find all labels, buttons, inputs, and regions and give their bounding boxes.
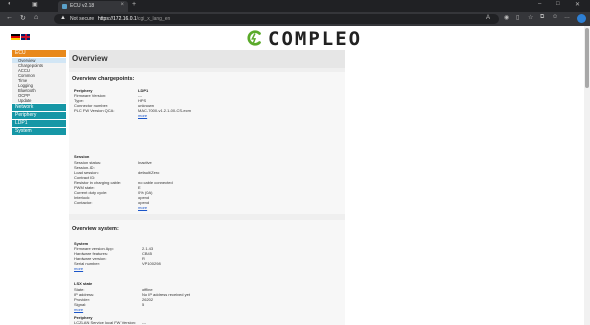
field-value: --- xyxy=(142,320,146,325)
session-more-link[interactable]: more xyxy=(138,205,147,210)
scrollbar-thumb[interactable] xyxy=(585,28,589,88)
sidebar: ECU Overview Chargepoints ACCU Common Ti… xyxy=(12,50,66,136)
page-header: COMPLEO xyxy=(0,26,584,50)
logo-text: COMPLEO xyxy=(268,28,363,50)
web-page: COMPLEO ECU Overview Chargepoints ACCU C… xyxy=(0,26,590,325)
chargepoints-card: Overview chargepoints: Periphery LDP1 Fi… xyxy=(69,72,345,214)
field-value: Inactive xyxy=(138,160,152,165)
read-aloud-icon[interactable]: A xyxy=(486,15,490,21)
page-title-bar: Overview xyxy=(69,50,345,68)
page-title: Overview xyxy=(72,54,108,63)
browser-tab[interactable]: ECU v2.18 × xyxy=(58,1,128,12)
copilot-icon[interactable] xyxy=(577,14,586,23)
field-label: PLC FW Version QCA: xyxy=(74,108,115,113)
compleo-logo-icon xyxy=(247,30,261,46)
sidebar-group-ecu[interactable]: ECU xyxy=(12,50,66,57)
profile-icon[interactable]: ◐ xyxy=(8,1,12,7)
field-value: no cable connected xyxy=(138,180,173,185)
periphery-more-link[interactable]: more xyxy=(138,113,147,118)
favorites-star-icon[interactable]: ☆ xyxy=(528,14,533,21)
more-menu-icon[interactable]: … xyxy=(564,14,570,20)
field-value: 5 xyxy=(142,302,145,307)
favicon-icon xyxy=(62,4,67,9)
maximize-button[interactable]: □ xyxy=(556,1,560,7)
back-icon[interactable]: ← xyxy=(6,14,13,21)
split-screen-icon[interactable]: ▯ xyxy=(516,14,519,21)
home-icon[interactable]: ⌂ xyxy=(34,14,38,21)
new-tab-button[interactable]: + xyxy=(132,1,136,8)
close-window-button[interactable]: ✕ xyxy=(575,1,580,8)
minimize-button[interactable]: – xyxy=(538,1,541,7)
cp-session-heading: Session xyxy=(74,154,90,159)
url-path: /cgi_x_lang_en xyxy=(136,16,171,22)
field-value: default/Zero xyxy=(138,170,160,175)
sys-lsx-heading: LSX state xyxy=(74,281,93,286)
reload-icon[interactable]: ↻ xyxy=(20,14,26,22)
url-text[interactable]: https://172.16.0.1/cgi_x_lang_en xyxy=(98,16,170,22)
tab-title: ECU v2.18 xyxy=(70,3,95,9)
field-value: VP100298 xyxy=(142,261,161,266)
url-host: https://172.16.0.1 xyxy=(98,16,137,22)
browser-toolbar: ← ↻ ⌂ ▲ Not secure https://172.16.0.1/cg… xyxy=(0,12,590,26)
warning-icon: ▲ xyxy=(60,15,66,21)
field-label: Contactor: xyxy=(74,200,93,205)
tab-close-icon[interactable]: × xyxy=(120,2,124,8)
system-heading: Overview system: xyxy=(72,226,119,232)
not-secure-label[interactable]: Not secure xyxy=(70,16,94,22)
browser-tab-bar: ◐ ▣ ECU v2.18 × + – □ ✕ xyxy=(0,0,590,12)
sidebar-group-network[interactable]: Network xyxy=(12,104,66,111)
main-content: Overview Overview chargepoints: Peripher… xyxy=(69,50,345,325)
german-flag-icon[interactable] xyxy=(11,34,20,40)
system-more-link[interactable]: more xyxy=(74,266,83,271)
chargepoints-heading: Overview chargepoints: xyxy=(72,76,135,82)
sidebar-group-system[interactable]: System xyxy=(12,128,66,135)
extension-icon[interactable]: ◉ xyxy=(504,14,509,21)
profile-avatar-icon[interactable]: ☺ xyxy=(552,14,558,20)
system-card: Overview system: System Firmware version… xyxy=(69,220,345,325)
page-scrollbar[interactable] xyxy=(584,26,590,325)
address-bar[interactable]: ▲ Not secure https://172.16.0.1/cgi_x_la… xyxy=(54,14,499,24)
sidebar-group-ldp1[interactable]: LDP1 xyxy=(12,120,66,127)
english-flag-icon[interactable] xyxy=(21,34,30,40)
field-label: LCZLAN Service local FW Version: xyxy=(74,320,137,325)
tab-actions-icon[interactable]: ▣ xyxy=(32,1,38,8)
collections-icon[interactable]: ⧉ xyxy=(540,14,544,21)
sidebar-group-periphery[interactable]: Periphery xyxy=(12,112,66,119)
sidebar-item-update[interactable]: Update xyxy=(12,98,66,103)
lsx-more-link[interactable]: more xyxy=(74,307,83,312)
